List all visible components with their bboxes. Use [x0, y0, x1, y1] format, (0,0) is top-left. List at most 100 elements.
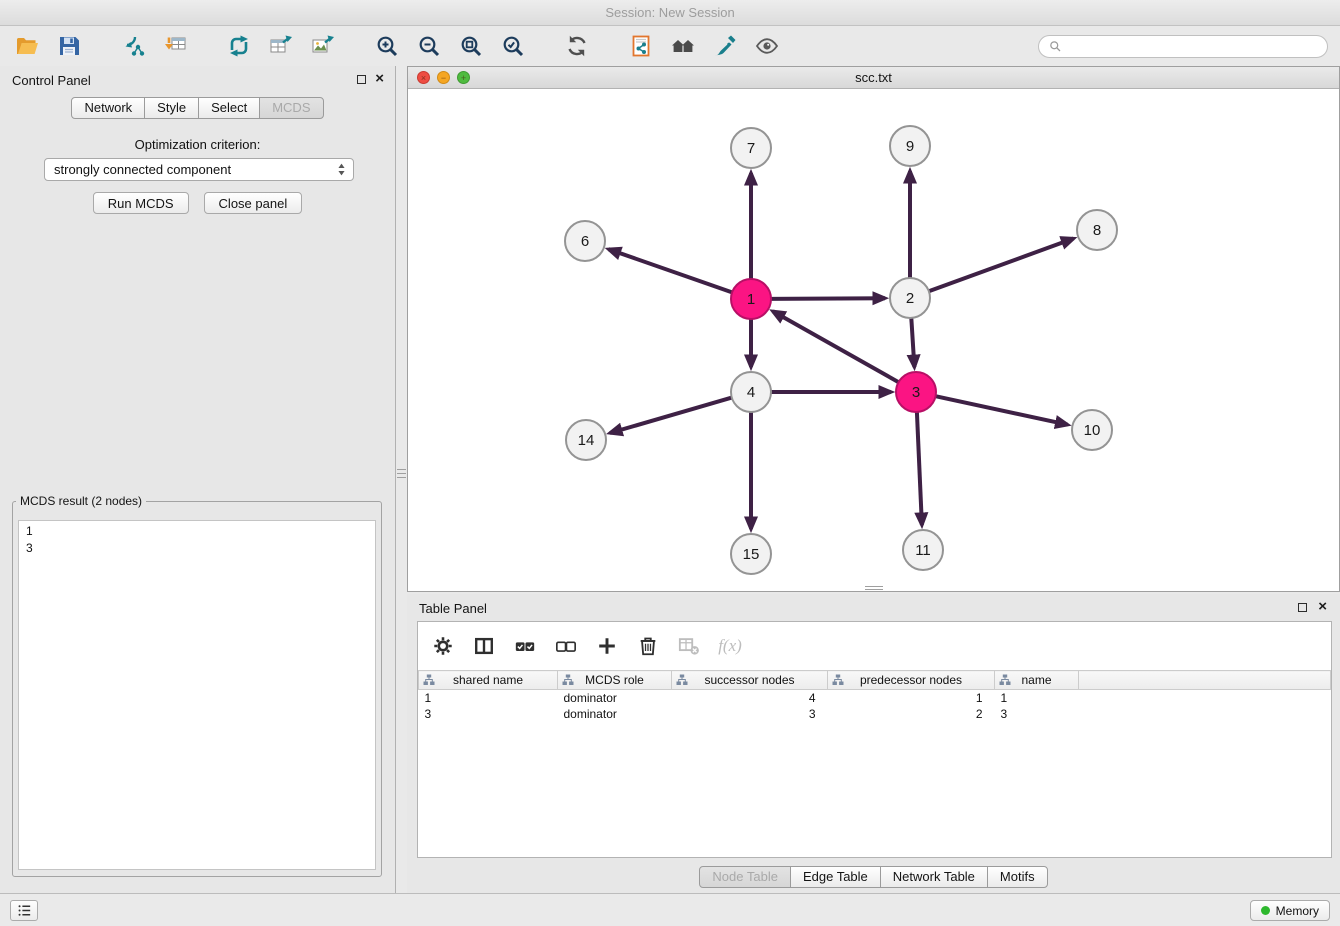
- open-session-icon[interactable]: [12, 31, 42, 61]
- network-canvas[interactable]: 7 9 6 8 1 2 4 3 14 10 15 11: [408, 90, 1339, 591]
- control-panel-close-icon[interactable]: ×: [375, 71, 384, 87]
- tab-select[interactable]: Select: [198, 97, 260, 119]
- graph-node-6[interactable]: 6: [565, 221, 605, 261]
- delete-row-icon[interactable]: [635, 633, 661, 659]
- minimize-window-icon[interactable]: −: [437, 71, 450, 84]
- table-panel-close-icon[interactable]: ×: [1318, 599, 1327, 615]
- cell-predecessor-nodes[interactable]: 1: [828, 690, 995, 706]
- import-network-icon[interactable]: [118, 31, 148, 61]
- main-toolbar-icons: [12, 31, 794, 61]
- cell-successor-nodes[interactable]: 3: [672, 706, 828, 722]
- deselect-all-icon[interactable]: [553, 633, 579, 659]
- column-header-shared-name[interactable]: shared name: [419, 671, 558, 690]
- style-brush-icon[interactable]: [710, 31, 740, 61]
- search-box[interactable]: [1038, 35, 1328, 58]
- cell-name[interactable]: 1: [995, 690, 1079, 706]
- graph-node-8[interactable]: 8: [1077, 210, 1117, 250]
- tab-edge-table[interactable]: Edge Table: [790, 866, 881, 888]
- tab-motifs[interactable]: Motifs: [987, 866, 1048, 888]
- svg-text:3: 3: [912, 384, 920, 401]
- cell-MCDS-role[interactable]: dominator: [558, 706, 672, 722]
- table-panel-float-icon[interactable]: [1298, 603, 1307, 612]
- tab-style[interactable]: Style: [144, 97, 199, 119]
- edge-2-to-3[interactable]: [911, 318, 914, 367]
- zoom-fit-icon[interactable]: [456, 31, 486, 61]
- column-sort-icon[interactable]: [423, 674, 435, 686]
- graph-node-2[interactable]: 2: [890, 278, 930, 318]
- edge-3-to-10[interactable]: [936, 396, 1068, 425]
- svg-text:14: 14: [578, 432, 595, 449]
- cell-MCDS-role[interactable]: dominator: [558, 690, 672, 706]
- cell-successor-nodes[interactable]: 4: [672, 690, 828, 706]
- cell-predecessor-nodes[interactable]: 2: [828, 706, 995, 722]
- memory-button[interactable]: Memory: [1250, 900, 1330, 921]
- graph-node-15[interactable]: 15: [731, 534, 771, 574]
- eye-icon[interactable]: [752, 31, 782, 61]
- column-header-successor-nodes[interactable]: successor nodes: [672, 671, 828, 690]
- edge-1-to-6[interactable]: [609, 249, 733, 292]
- graph-node-7[interactable]: 7: [731, 128, 771, 168]
- column-header-name[interactable]: name: [995, 671, 1079, 690]
- import-table-icon[interactable]: [160, 31, 190, 61]
- add-row-icon[interactable]: [594, 633, 620, 659]
- zoom-selected-icon[interactable]: [498, 31, 528, 61]
- close-panel-button[interactable]: Close panel: [204, 192, 303, 214]
- network-window-titlebar[interactable]: × − + scc.txt: [408, 67, 1339, 89]
- tab-mcds[interactable]: MCDS: [259, 97, 323, 119]
- cell-name[interactable]: 3: [995, 706, 1079, 722]
- maximize-window-icon[interactable]: +: [457, 71, 470, 84]
- edge-1-to-2[interactable]: [771, 298, 885, 299]
- table-row[interactable]: 1dominator411: [419, 690, 1331, 706]
- graph-node-4[interactable]: 4: [731, 372, 771, 412]
- svg-text:15: 15: [743, 546, 760, 563]
- edge-4-to-14[interactable]: [610, 398, 732, 433]
- zoom-out-icon[interactable]: [414, 31, 444, 61]
- zoom-in-icon[interactable]: [372, 31, 402, 61]
- task-history-button[interactable]: [10, 900, 38, 921]
- run-mcds-button[interactable]: Run MCDS: [93, 192, 189, 214]
- save-session-icon[interactable]: [54, 31, 84, 61]
- export-network-icon[interactable]: [224, 31, 254, 61]
- tab-network[interactable]: Network: [71, 97, 145, 119]
- export-table-icon[interactable]: [266, 31, 296, 61]
- tab-node-table[interactable]: Node Table: [699, 866, 791, 888]
- search-input[interactable]: [1068, 39, 1318, 54]
- double-house-icon[interactable]: [668, 31, 698, 61]
- table-panel-title: Table Panel: [419, 601, 487, 616]
- cell-shared-name[interactable]: 1: [419, 690, 558, 706]
- column-sort-icon[interactable]: [676, 674, 688, 686]
- edge-3-to-11[interactable]: [917, 412, 922, 525]
- mcds-result-text[interactable]: 1 3: [18, 520, 376, 870]
- edge-3-to-1[interactable]: [773, 311, 899, 382]
- node-table: shared nameMCDS rolesuccessor nodesprede…: [418, 670, 1331, 722]
- window-resize-handle[interactable]: [865, 586, 883, 590]
- main-toolbar: [0, 26, 1340, 66]
- close-window-icon[interactable]: ×: [417, 71, 430, 84]
- export-image-icon[interactable]: [308, 31, 338, 61]
- column-header-predecessor-nodes[interactable]: predecessor nodes: [828, 671, 995, 690]
- table-settings-gear-icon[interactable]: [430, 633, 456, 659]
- table-row[interactable]: 3dominator323: [419, 706, 1331, 722]
- document-network-icon[interactable]: [626, 31, 656, 61]
- cell-shared-name[interactable]: 3: [419, 706, 558, 722]
- tab-network-table[interactable]: Network Table: [880, 866, 988, 888]
- graph-node-10[interactable]: 10: [1072, 410, 1112, 450]
- function-builder-icon: f(x): [717, 633, 743, 659]
- control-panel-float-icon[interactable]: [357, 75, 366, 84]
- select-all-icon[interactable]: [512, 633, 538, 659]
- optimization-dropdown[interactable]: strongly connected component: [44, 158, 354, 181]
- refresh-layout-icon[interactable]: [562, 31, 592, 61]
- graph-node-3[interactable]: 3: [896, 372, 936, 412]
- edge-2-to-8[interactable]: [929, 239, 1074, 292]
- graph-node-14[interactable]: 14: [566, 420, 606, 460]
- panel-splitter-handle[interactable]: [397, 461, 406, 485]
- table-panel-header: Table Panel ×: [407, 594, 1340, 620]
- column-layout-icon[interactable]: [471, 633, 497, 659]
- column-sort-icon[interactable]: [999, 674, 1011, 686]
- graph-node-1[interactable]: 1: [731, 279, 771, 319]
- column-header-MCDS-role[interactable]: MCDS role: [558, 671, 672, 690]
- column-sort-icon[interactable]: [562, 674, 574, 686]
- graph-node-11[interactable]: 11: [903, 530, 943, 570]
- column-sort-icon[interactable]: [832, 674, 844, 686]
- graph-node-9[interactable]: 9: [890, 126, 930, 166]
